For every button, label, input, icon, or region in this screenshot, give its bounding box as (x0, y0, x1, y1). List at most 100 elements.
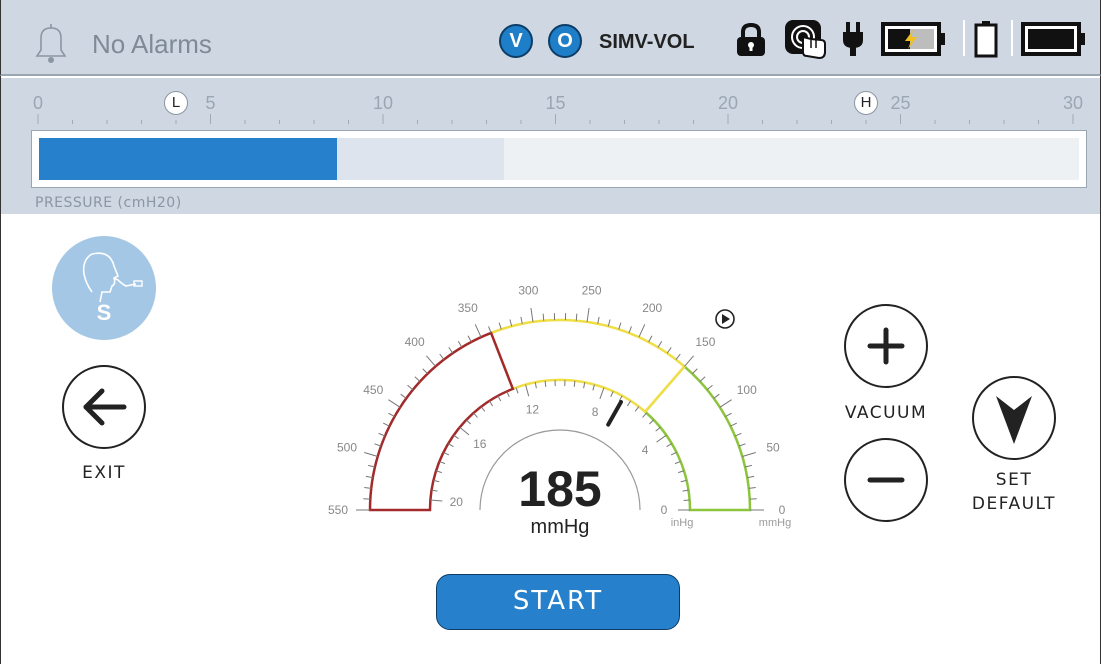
gauge-mmhg-unit: mmHg (759, 517, 791, 529)
start-button[interactable]: START (436, 574, 680, 630)
gauge-mmhg-tick (448, 347, 454, 354)
pressure-bar-fill (39, 138, 338, 180)
gauge-mmhg-tick (382, 422, 390, 427)
gauge-inhg-tick (459, 426, 470, 436)
gauge-inhg-tick (453, 434, 459, 440)
gauge-inhg-tick (439, 460, 446, 465)
gauge-mmhg-tick (638, 324, 646, 338)
gauge-mmhg-label: 550 (328, 503, 348, 517)
gauge-mmhg-tick (364, 452, 378, 457)
lock-icon[interactable] (734, 22, 768, 63)
gauge-inhg-tick (599, 387, 605, 400)
gauge-inhg-label: 16 (473, 437, 487, 451)
gauge-inhg-unit: inHg (671, 517, 694, 529)
gauge-inhg-tick (525, 384, 530, 397)
gauge-mmhg-tick (400, 393, 407, 399)
gauge-mmhg-tick (730, 422, 738, 427)
gauge-mmhg-tick (742, 452, 756, 457)
pressure-label: PRESSURE (cmH20) (35, 195, 182, 211)
gauge-mmhg-tick (657, 341, 663, 348)
gauge-value: 185 (518, 461, 602, 517)
plus-icon (867, 327, 905, 365)
gauge-mmhg-tick (575, 313, 578, 321)
gauge-inhg-tick (655, 426, 661, 432)
gauge-inhg-tick (497, 395, 502, 402)
pressure-bar (31, 130, 1087, 188)
status-bar: No Alarms V O SIMV-VOL (0, 0, 1101, 76)
bell-icon[interactable] (31, 22, 71, 71)
play-icon[interactable] (715, 309, 735, 329)
gauge-inhg-tick (473, 412, 478, 418)
gauge-inhg-label: 20 (450, 495, 464, 509)
gauge-inhg-tick (626, 400, 632, 407)
suction-mode-badge: S (96, 300, 112, 325)
alarm-status-text[interactable]: No Alarms (92, 29, 212, 60)
gauge-inhg-tick (480, 406, 486, 412)
pressure-tick-label: 0 (32, 93, 44, 113)
pressure-tick-label: 25 (890, 93, 911, 113)
gauge-inhg-tick (670, 451, 677, 456)
ventilation-mode: SIMV-VOL (599, 31, 695, 53)
gauge-needle (606, 400, 623, 427)
gauge-mmhg-tick (378, 432, 386, 437)
set-default-button[interactable] (972, 376, 1056, 460)
gauge-mmhg-tick (692, 368, 698, 375)
gauge-mmhg-label: 450 (363, 383, 383, 397)
gauge-mmhg-tick (734, 432, 742, 437)
gauge-mmhg-tick (488, 326, 492, 334)
gauge-mmhg-tick (439, 353, 445, 360)
gauge-mmhg-tick (684, 355, 694, 367)
gauge-mmhg-label: 150 (695, 335, 715, 349)
gauge-mmhg-tick (474, 324, 482, 338)
gauge-mmhg-tick (388, 412, 395, 418)
vacuum-decrease-button[interactable] (844, 438, 928, 522)
minus-icon (867, 477, 905, 483)
gauge-mmhg-tick (426, 355, 436, 367)
gauge-mmhg-tick (738, 443, 746, 447)
gauge-mmhg-tick (719, 399, 732, 408)
mode-v-badge: V (499, 24, 533, 58)
gauge-inhg-tick (656, 434, 667, 443)
power-plug-icon (841, 20, 865, 65)
gauge-mmhg-tick (422, 368, 428, 375)
suction-mode-button[interactable]: S (52, 236, 156, 340)
gauge-mmhg-tick (713, 393, 720, 399)
gauge-mmhg-tick (457, 341, 463, 348)
touch-icon[interactable] (783, 18, 829, 71)
gauge-mmhg-tick (675, 353, 681, 360)
gauge-inhg-label: 4 (642, 443, 649, 457)
pressure-tick-label: 5 (205, 93, 216, 113)
gauge-inhg-tick (573, 380, 576, 387)
pressure-tick-label: 15 (545, 93, 566, 113)
gauge-mmhg-tick (530, 308, 534, 323)
gauge-mmhg-label: 0 (779, 503, 786, 517)
gauge-inhg-tick (465, 419, 472, 425)
high-limit-marker[interactable]: H (854, 91, 878, 115)
pressure-panel: 0 5 10 15 20 25 30 L H PRESSURE (cmH20) (0, 78, 1101, 214)
set-default-label: SET DEFAULT (950, 468, 1078, 516)
mode-o-badge: O (548, 24, 582, 58)
low-limit-marker[interactable]: L (164, 91, 188, 115)
gauge-mmhg-label: 100 (737, 383, 757, 397)
gauge-mmhg-label: 400 (405, 335, 425, 349)
pressure-tick-label: 20 (717, 93, 739, 113)
gauge-mmhg-tick (498, 322, 502, 330)
gauge-mmhg-tick (414, 376, 421, 382)
gauge-inhg-tick (610, 391, 614, 398)
battery-charging-icon (881, 22, 947, 61)
gauge-inhg-tick (448, 443, 454, 448)
exit-button[interactable] (62, 365, 146, 449)
gauge-inhg-tick (666, 443, 672, 448)
battery-full-icon (1021, 22, 1087, 61)
gauge-zone-yellow (489, 318, 687, 414)
set-default-label-line1: SET (995, 470, 1033, 490)
gauge-mmhg-label: 250 (582, 283, 602, 297)
pressure-tick-label: 30 (1062, 93, 1084, 113)
gauge-mmhg-tick (699, 376, 706, 382)
gauge-mmhg-tick (467, 335, 472, 343)
gauge-mmhg-tick (648, 335, 653, 343)
vacuum-increase-button[interactable] (844, 304, 928, 388)
gauge-mmhg-label: 50 (766, 440, 780, 454)
gauge-mmhg-tick (725, 412, 732, 418)
vacuum-label: VACUUM (844, 403, 928, 423)
